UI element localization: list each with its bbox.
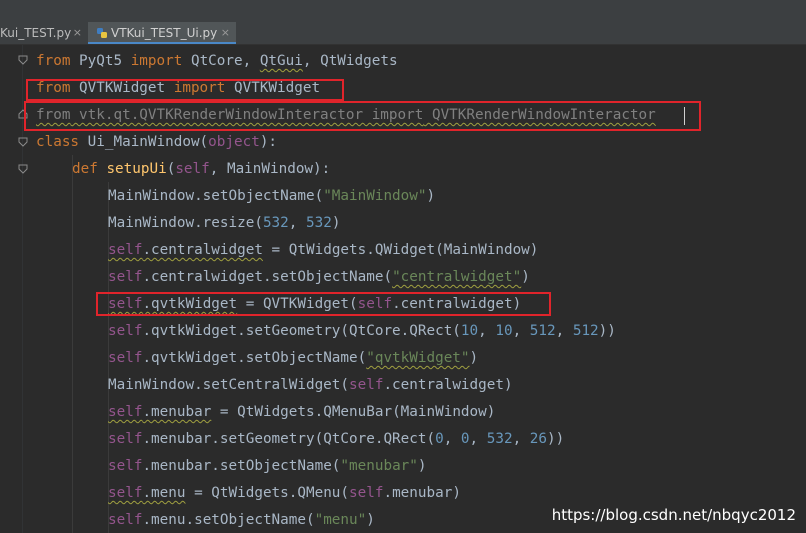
code-line: MainWindow.setCentralWidget(self.central… (108, 377, 513, 393)
code-line: self.menubar.setGeometry(QtCore.QRect(0,… (108, 431, 565, 447)
fold-marker-icon[interactable] (18, 55, 28, 65)
tab-kui-test[interactable]: Kui_TEST.py × (0, 22, 86, 44)
code-line: self.menubar = QtWidgets.QMenuBar(MainWi… (108, 404, 496, 420)
code-line: from PyQt5 import QtCore, QtGui, QtWidge… (36, 53, 398, 69)
code-line: MainWindow.setObjectName("MainWindow") (108, 188, 436, 204)
code-line: self.qvtkWidget.setGeometry(QtCore.QRect… (108, 323, 616, 339)
highlight-box-qvtkwidget-assignment (96, 292, 551, 316)
indent-guide (72, 155, 73, 533)
tab-vtkui-test-ui[interactable]: VTKui_TEST_Ui.py × (88, 22, 236, 44)
fold-marker-icon[interactable] (18, 164, 28, 174)
code-line: self.menu.setObjectName("menu") (108, 512, 375, 528)
python-file-icon (97, 28, 107, 38)
close-icon[interactable]: × (73, 22, 82, 44)
code-line: MainWindow.resize(532, 532) (108, 215, 341, 231)
code-line: def setupUi(self, MainWindow): (72, 161, 331, 177)
watermark: https://blog.csdn.net/nbqyc2012 (551, 506, 796, 524)
fold-marker-icon[interactable] (18, 137, 28, 147)
highlight-box-qvtkwidget-import (26, 79, 344, 101)
code-line: self.menubar.setObjectName("menubar") (108, 458, 427, 474)
tab-label: Kui_TEST.py (0, 26, 72, 40)
code-line: self.qvtkWidget.setObjectName("qvtkWidge… (108, 350, 479, 366)
close-icon[interactable]: × (221, 22, 230, 44)
editor-tab-bar: Kui_TEST.py × VTKui_TEST_Ui.py × (0, 0, 806, 45)
code-line: class Ui_MainWindow(object): (36, 134, 278, 150)
tab-label: VTKui_TEST_Ui.py (111, 26, 218, 40)
code-editor[interactable]: from PyQt5 import QtCore, QtGui, QtWidge… (0, 45, 806, 533)
highlight-box-vtk-interactor-import (24, 101, 701, 131)
code-line: self.centralwidget.setObjectName("centra… (108, 269, 530, 285)
code-line: self.menu = QtWidgets.QMenu(self.menubar… (108, 485, 461, 501)
code-line: self.centralwidget = QtWidgets.QWidget(M… (108, 242, 539, 258)
